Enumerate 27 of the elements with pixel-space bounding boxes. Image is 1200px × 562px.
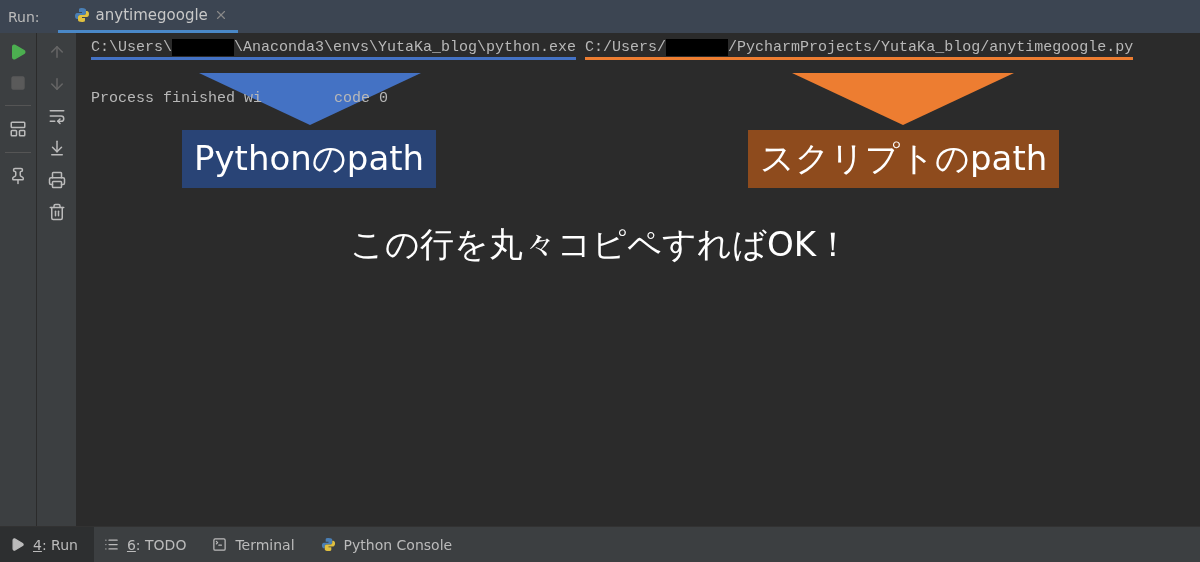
path-text: C:/Users/ [585, 39, 667, 56]
tool-tab[interactable]: Python Console [310, 527, 469, 562]
path-text: /PycharmProjects/YutaKa_blog/anytimegoogle.py [728, 39, 1134, 56]
run-icon[interactable] [9, 43, 27, 61]
tool-tab[interactable]: 6: TODO [93, 527, 203, 562]
layout-icon[interactable] [9, 120, 27, 138]
tool-tab[interactable]: Terminal [202, 527, 311, 562]
console-text: code 0 [334, 90, 389, 107]
annotation-label: スクリプトのpath [748, 130, 1060, 188]
run-tab[interactable]: anytimegoogle [57, 0, 238, 33]
pin-icon[interactable] [9, 167, 27, 185]
list-icon [103, 537, 119, 552]
python-logo-icon [320, 537, 336, 552]
print-icon[interactable] [47, 171, 66, 189]
wrap-icon[interactable] [47, 107, 66, 125]
trash-icon[interactable] [47, 203, 66, 221]
run-label: Run: [8, 8, 40, 25]
redaction-bar [666, 39, 729, 56]
terminal-icon [212, 537, 228, 552]
python-logo-icon [73, 7, 90, 23]
annotation-label: Pythonのpath [182, 130, 437, 188]
path-text: \Anaconda3\envs\YutaKa_blog\python.exe [234, 39, 577, 56]
play-icon [10, 537, 25, 552]
note-text: この行を丸々コピペすればOK！ [348, 223, 852, 266]
path-text: C:\Users\ [91, 39, 172, 56]
redaction-bar [172, 39, 234, 56]
tool-tab[interactable]: 4: Run [0, 527, 94, 562]
